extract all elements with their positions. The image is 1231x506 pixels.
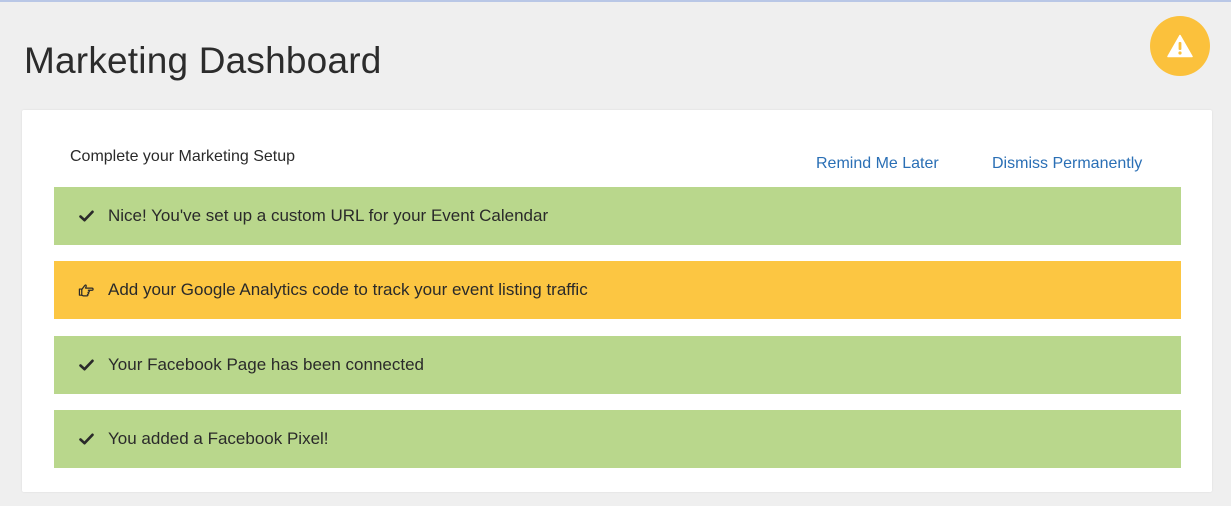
setup-item-custom-url[interactable]: Nice! You've set up a custom URL for you… [54,187,1181,245]
pointing-hand-icon [78,282,94,298]
warning-icon [1167,34,1193,58]
marketing-setup-card: Complete your Marketing Setup Remind Me … [22,110,1212,492]
setup-item-text: Add your Google Analytics code to track … [108,280,588,299]
checkmark-icon [78,208,94,224]
setup-item-text: You added a Facebook Pixel! [108,429,329,448]
warning-alert-button[interactable] [1150,16,1210,76]
setup-item-facebook-pixel[interactable]: You added a Facebook Pixel! [54,410,1181,468]
remind-me-later-link[interactable]: Remind Me Later [816,155,939,173]
dismiss-permanently-link[interactable]: Dismiss Permanently [992,155,1142,173]
setup-heading: Complete your Marketing Setup [70,148,295,165]
page-title: Marketing Dashboard [24,40,382,81]
setup-item-text: Nice! You've set up a custom URL for you… [108,206,549,225]
setup-item-google-analytics[interactable]: Add your Google Analytics code to track … [54,261,1181,319]
setup-item-text: Your Facebook Page has been connected [108,355,425,374]
top-border [0,0,1231,2]
checkmark-icon [78,357,94,373]
setup-item-facebook-page[interactable]: Your Facebook Page has been connected [54,336,1181,394]
checkmark-icon [78,431,94,447]
